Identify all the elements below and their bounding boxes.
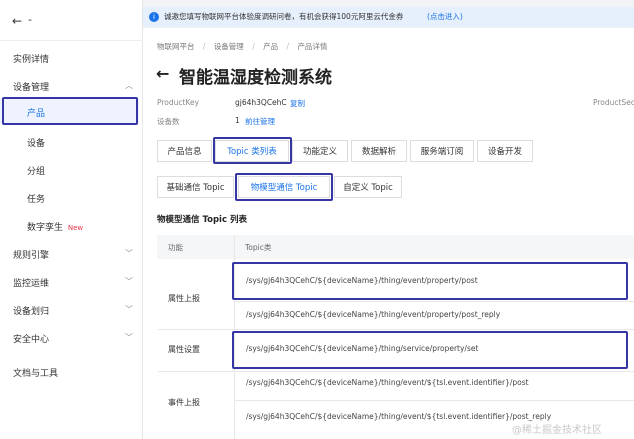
tab-product-info[interactable]: 产品信息 [157, 140, 212, 162]
breadcrumb-sep: / [252, 42, 255, 51]
sidebar-item-device-mgmt[interactable]: 设备管理 [13, 80, 49, 93]
row-divider [235, 400, 634, 401]
sidebar: ← - 实例详情 设备管理 ︿ 产品 设备 分组 任务 数字孪生 New 规则引… [0, 0, 143, 439]
chevron-down-icon: ﹀ [125, 249, 133, 258]
chevron-up-icon: ︿ [125, 81, 133, 90]
product-secret-label: ProductSec [593, 98, 634, 107]
tab-server-subscribe[interactable]: 服务端订阅 [410, 140, 474, 162]
sidebar-item-group[interactable]: 分组 [27, 164, 45, 177]
subtab-custom-topic[interactable]: 自定义 Topic [334, 176, 402, 198]
breadcrumb: 物联网平台 / 设备管理 / 产品 / 产品详情 [157, 41, 327, 52]
notice-text: 诚邀您填写物联网平台体验度调研问卷，有机会获得100元阿里云代金券 [164, 12, 404, 21]
sidebar-item-rules[interactable]: 规则引擎 [13, 248, 49, 261]
sidebar-item-monitor[interactable]: 监控运维 [13, 276, 49, 289]
back-arrow-icon[interactable]: ← [156, 64, 169, 83]
breadcrumb-sep: / [202, 42, 206, 51]
highlight-box-product [2, 97, 138, 125]
row-divider [158, 329, 634, 330]
breadcrumb-item[interactable]: 设备管理 [214, 42, 244, 51]
column-header-function: 功能 [168, 243, 183, 252]
highlight-box-model-subtab [235, 173, 333, 201]
row-divider [235, 301, 634, 302]
info-icon: i [149, 12, 159, 22]
table-header: 功能 Topic类 [157, 235, 634, 259]
sidebar-item-task[interactable]: 任务 [27, 192, 45, 205]
sidebar-dash: - [28, 13, 32, 26]
copy-link[interactable]: 复制 [290, 98, 305, 109]
page-title: 智能温湿度检测系统 [179, 68, 332, 88]
tab-data-parse[interactable]: 数据解析 [351, 140, 407, 162]
back-arrow-icon[interactable]: ← [12, 14, 22, 28]
column-header-topic: Topic类 [245, 243, 272, 252]
row-function-label: 属性上报 [168, 294, 200, 303]
row-function-label: 事件上报 [168, 398, 200, 407]
new-badge: New [67, 224, 84, 232]
chevron-down-icon: ﹀ [125, 333, 133, 342]
sidebar-item-digital-twin[interactable]: 数字孪生 New [27, 220, 83, 233]
sidebar-item-label: 数字孪生 [27, 223, 64, 233]
chevron-down-icon: ﹀ [125, 305, 133, 314]
tab-function-def[interactable]: 功能定义 [292, 140, 348, 162]
row-function-label: 属性设置 [168, 345, 200, 354]
sidebar-item-device[interactable]: 设备 [27, 136, 45, 149]
breadcrumb-sep: / [286, 42, 290, 51]
device-count-value: 1 [235, 116, 240, 125]
notice-bar: i 诚邀您填写物联网平台体验度调研问卷，有机会获得100元阿里云代金券 (点击进… [143, 7, 634, 27]
sidebar-item-instance[interactable]: 实例详情 [13, 52, 49, 65]
breadcrumb-item[interactable]: 物联网平台 [157, 42, 195, 51]
highlight-box-topic-tab [213, 137, 292, 164]
topic-cell: /sys/gj64h3QCehC/${deviceName}/thing/eve… [246, 310, 501, 319]
row-divider [158, 371, 634, 372]
divider [0, 40, 143, 41]
chevron-down-icon: ﹀ [125, 277, 133, 286]
sidebar-item-security[interactable]: 安全中心 [13, 332, 49, 345]
sidebar-item-docs[interactable]: 文档与工具 [13, 366, 58, 379]
device-count-label: 设备数 [157, 117, 180, 126]
product-key-value: gj64h3QCehC [235, 98, 287, 107]
topic-cell: /sys/gj64h3QCehC/${deviceName}/thing/eve… [246, 378, 529, 387]
breadcrumb-item: 产品详情 [297, 42, 328, 51]
highlight-box-topic-post [232, 262, 628, 300]
sidebar-item-assign[interactable]: 设备划归 [13, 304, 49, 317]
product-key-label: ProductKey [157, 98, 200, 107]
subtab-basic-topic[interactable]: 基础通信 Topic [157, 176, 234, 198]
manage-link[interactable]: 前往管理 [245, 116, 275, 127]
breadcrumb-item[interactable]: 产品 [263, 42, 278, 51]
watermark: @稀土掘金技术社区 [512, 425, 602, 436]
highlight-box-property-set [232, 331, 628, 369]
tab-device-dev[interactable]: 设备开发 [477, 140, 533, 162]
topic-cell: /sys/gj64h3QCehC/${deviceName}/thing/eve… [246, 412, 552, 421]
notice-link[interactable]: (点击进入) [427, 11, 463, 22]
table-title: 物模型通信 Topic 列表 [157, 215, 247, 225]
